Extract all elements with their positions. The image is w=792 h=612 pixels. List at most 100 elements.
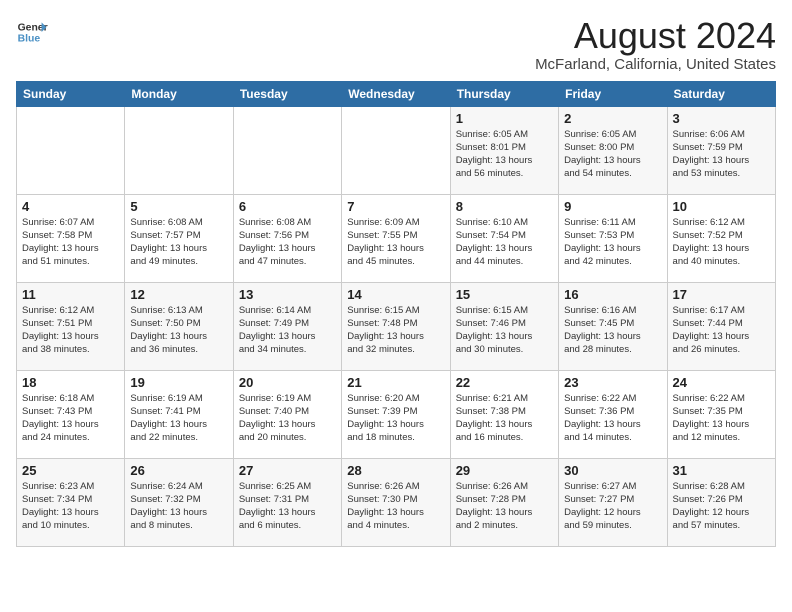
day-number: 1 [456,111,553,126]
day-header-saturday: Saturday [667,81,775,106]
cell-content: Sunrise: 6:05 AM Sunset: 8:01 PM Dayligh… [456,128,553,181]
calendar-cell: 8 Sunrise: 6:10 AM Sunset: 7:54 PM Daylig… [450,194,558,282]
calendar-week-row: 4 Sunrise: 6:07 AM Sunset: 7:58 PM Daylig… [17,194,776,282]
page-header: General Blue August 2024 McFarland, Cali… [16,16,776,73]
day-number: 30 [564,463,661,478]
logo: General Blue [16,16,48,48]
day-number: 24 [673,375,770,390]
day-number: 19 [130,375,227,390]
cell-content: Sunrise: 6:24 AM Sunset: 7:32 PM Dayligh… [130,480,227,533]
cell-content: Sunrise: 6:10 AM Sunset: 7:54 PM Dayligh… [456,216,553,269]
day-number: 9 [564,199,661,214]
calendar-week-row: 11 Sunrise: 6:12 AM Sunset: 7:51 PM Dayli… [17,282,776,370]
calendar-cell: 13 Sunrise: 6:14 AM Sunset: 7:49 PM Dayli… [233,282,341,370]
calendar-cell: 24 Sunrise: 6:22 AM Sunset: 7:35 PM Dayli… [667,370,775,458]
cell-content: Sunrise: 6:26 AM Sunset: 7:30 PM Dayligh… [347,480,444,533]
cell-content: Sunrise: 6:23 AM Sunset: 7:34 PM Dayligh… [22,480,119,533]
calendar-cell: 23 Sunrise: 6:22 AM Sunset: 7:36 PM Dayli… [559,370,667,458]
cell-content: Sunrise: 6:22 AM Sunset: 7:35 PM Dayligh… [673,392,770,445]
cell-content: Sunrise: 6:19 AM Sunset: 7:41 PM Dayligh… [130,392,227,445]
day-number: 29 [456,463,553,478]
location-subtitle: McFarland, California, United States [535,56,776,73]
calendar-week-row: 25 Sunrise: 6:23 AM Sunset: 7:34 PM Dayli… [17,458,776,546]
calendar-cell: 19 Sunrise: 6:19 AM Sunset: 7:41 PM Dayli… [125,370,233,458]
cell-content: Sunrise: 6:20 AM Sunset: 7:39 PM Dayligh… [347,392,444,445]
day-number: 11 [22,287,119,302]
cell-content: Sunrise: 6:09 AM Sunset: 7:55 PM Dayligh… [347,216,444,269]
day-header-thursday: Thursday [450,81,558,106]
day-number: 6 [239,199,336,214]
calendar-cell [342,106,450,194]
cell-content: Sunrise: 6:28 AM Sunset: 7:26 PM Dayligh… [673,480,770,533]
calendar-cell: 15 Sunrise: 6:15 AM Sunset: 7:46 PM Dayli… [450,282,558,370]
day-number: 23 [564,375,661,390]
calendar-cell: 26Sunrise: 6:24 AM Sunset: 7:32 PM Dayli… [125,458,233,546]
day-number: 31 [673,463,770,478]
calendar-cell: 5 Sunrise: 6:08 AM Sunset: 7:57 PM Daylig… [125,194,233,282]
day-number: 12 [130,287,227,302]
cell-content: Sunrise: 6:05 AM Sunset: 8:00 PM Dayligh… [564,128,661,181]
day-number: 20 [239,375,336,390]
cell-content: Sunrise: 6:19 AM Sunset: 7:40 PM Dayligh… [239,392,336,445]
cell-content: Sunrise: 6:15 AM Sunset: 7:48 PM Dayligh… [347,304,444,357]
day-header-sunday: Sunday [17,81,125,106]
day-number: 3 [673,111,770,126]
cell-content: Sunrise: 6:14 AM Sunset: 7:49 PM Dayligh… [239,304,336,357]
calendar-cell: 4 Sunrise: 6:07 AM Sunset: 7:58 PM Daylig… [17,194,125,282]
day-number: 8 [456,199,553,214]
day-number: 17 [673,287,770,302]
calendar-cell: 29 Sunrise: 6:26 AM Sunset: 7:28 PM Dayli… [450,458,558,546]
calendar-cell: 2 Sunrise: 6:05 AM Sunset: 8:00 PM Daylig… [559,106,667,194]
day-number: 14 [347,287,444,302]
calendar-cell: 11 Sunrise: 6:12 AM Sunset: 7:51 PM Dayli… [17,282,125,370]
calendar-cell: 3Sunrise: 6:06 AM Sunset: 7:59 PM Daylig… [667,106,775,194]
cell-content: Sunrise: 6:08 AM Sunset: 7:57 PM Dayligh… [130,216,227,269]
title-block: August 2024 McFarland, California, Unite… [535,16,776,73]
day-number: 25 [22,463,119,478]
calendar-cell [233,106,341,194]
calendar-cell: 22 Sunrise: 6:21 AM Sunset: 7:38 PM Dayli… [450,370,558,458]
calendar-cell [125,106,233,194]
calendar-cell: 9Sunrise: 6:11 AM Sunset: 7:53 PM Daylig… [559,194,667,282]
day-number: 2 [564,111,661,126]
logo-icon: General Blue [16,16,48,48]
day-header-monday: Monday [125,81,233,106]
cell-content: Sunrise: 6:12 AM Sunset: 7:51 PM Dayligh… [22,304,119,357]
month-year-title: August 2024 [535,16,776,56]
calendar-cell: 7 Sunrise: 6:09 AM Sunset: 7:55 PM Daylig… [342,194,450,282]
day-number: 7 [347,199,444,214]
day-number: 10 [673,199,770,214]
day-number: 22 [456,375,553,390]
day-number: 15 [456,287,553,302]
cell-content: Sunrise: 6:21 AM Sunset: 7:38 PM Dayligh… [456,392,553,445]
cell-content: Sunrise: 6:18 AM Sunset: 7:43 PM Dayligh… [22,392,119,445]
calendar-week-row: 18 Sunrise: 6:18 AM Sunset: 7:43 PM Dayli… [17,370,776,458]
calendar-header-row: SundayMondayTuesdayWednesdayThursdayFrid… [17,81,776,106]
calendar-cell: 18 Sunrise: 6:18 AM Sunset: 7:43 PM Dayli… [17,370,125,458]
day-number: 27 [239,463,336,478]
day-header-wednesday: Wednesday [342,81,450,106]
cell-content: Sunrise: 6:12 AM Sunset: 7:52 PM Dayligh… [673,216,770,269]
calendar-cell: 17Sunrise: 6:17 AM Sunset: 7:44 PM Dayli… [667,282,775,370]
day-number: 5 [130,199,227,214]
calendar-cell: 28 Sunrise: 6:26 AM Sunset: 7:30 PM Dayli… [342,458,450,546]
calendar-cell: 25 Sunrise: 6:23 AM Sunset: 7:34 PM Dayli… [17,458,125,546]
calendar-cell: 21 Sunrise: 6:20 AM Sunset: 7:39 PM Dayli… [342,370,450,458]
calendar-cell: 31 Sunrise: 6:28 AM Sunset: 7:26 PM Dayli… [667,458,775,546]
calendar-table: SundayMondayTuesdayWednesdayThursdayFrid… [16,81,776,547]
calendar-cell: 30Sunrise: 6:27 AM Sunset: 7:27 PM Dayli… [559,458,667,546]
day-header-friday: Friday [559,81,667,106]
cell-content: Sunrise: 6:15 AM Sunset: 7:46 PM Dayligh… [456,304,553,357]
cell-content: Sunrise: 6:22 AM Sunset: 7:36 PM Dayligh… [564,392,661,445]
cell-content: Sunrise: 6:07 AM Sunset: 7:58 PM Dayligh… [22,216,119,269]
day-number: 21 [347,375,444,390]
cell-content: Sunrise: 6:08 AM Sunset: 7:56 PM Dayligh… [239,216,336,269]
day-number: 4 [22,199,119,214]
day-number: 13 [239,287,336,302]
cell-content: Sunrise: 6:26 AM Sunset: 7:28 PM Dayligh… [456,480,553,533]
calendar-cell [17,106,125,194]
day-number: 18 [22,375,119,390]
calendar-cell: 12Sunrise: 6:13 AM Sunset: 7:50 PM Dayli… [125,282,233,370]
day-number: 28 [347,463,444,478]
calendar-cell: 27Sunrise: 6:25 AM Sunset: 7:31 PM Dayli… [233,458,341,546]
